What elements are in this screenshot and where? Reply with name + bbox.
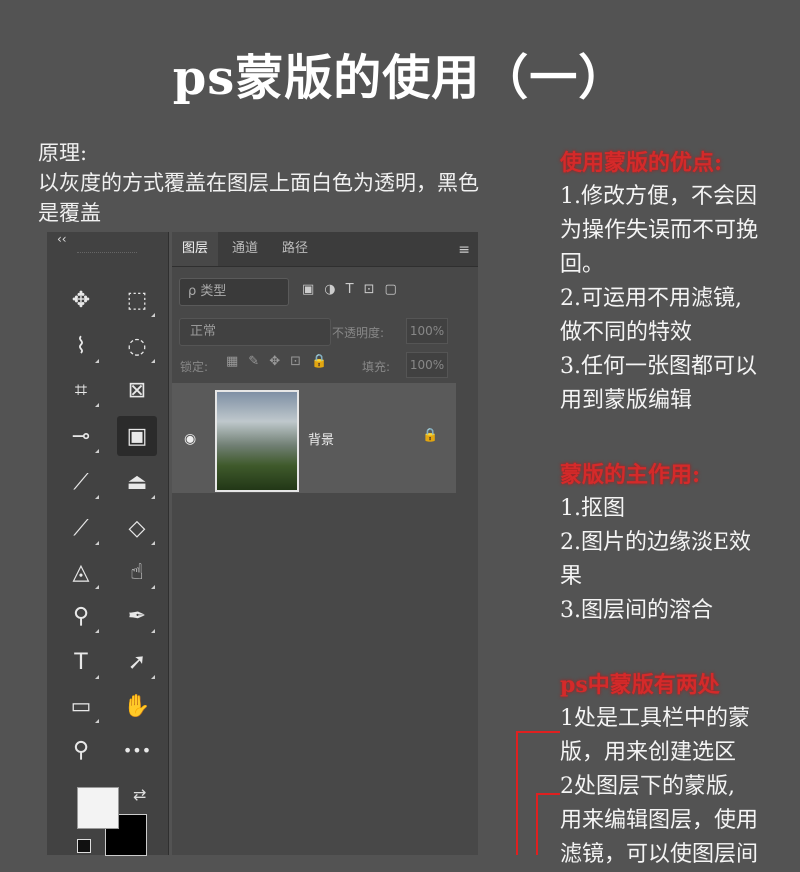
paint-bucket-tool-icon[interactable]: ◬ xyxy=(61,552,101,592)
quick-select-tool-icon[interactable]: ◌ xyxy=(117,326,157,366)
pen-tool-icon[interactable]: ✒ xyxy=(117,596,157,636)
zoom-tool-icon[interactable]: ⚲ xyxy=(61,730,101,770)
layer-filter-select[interactable]: ρ 类型 xyxy=(179,278,289,306)
filter-icons: ▣ ◑ T ⊡ ▢ xyxy=(302,282,397,297)
default-colors-icon[interactable] xyxy=(77,839,91,853)
main-uses-section: 蒙版的主作用: 1.抠图 2.图片的边缘淡E效 果 3.图层间的溶合 xyxy=(560,458,796,628)
callout-line xyxy=(516,731,560,733)
section-heading: 蒙版的主作用: xyxy=(560,462,701,488)
blend-mode-select[interactable]: 正常 xyxy=(179,318,331,346)
eye-icon[interactable]: ◉ xyxy=(184,431,196,447)
history-brush-tool-icon[interactable]: ⟋ xyxy=(61,508,101,548)
list-item: 1.修改方便，不会因 xyxy=(560,184,757,209)
type-filter-icon[interactable]: T xyxy=(346,282,354,297)
crop-tool-icon[interactable]: ⌗ xyxy=(61,370,101,410)
list-item: 1.抠图 xyxy=(560,496,625,521)
list-item: 滤镜，可以使图层间 xyxy=(560,842,759,867)
lock-transparent-icon[interactable]: ▦ xyxy=(226,354,238,369)
smudge-tool-icon[interactable]: ☝ xyxy=(117,552,157,592)
panel-tabs: 图层 通道 路径 ≡ xyxy=(172,232,478,267)
callout-line xyxy=(536,793,538,855)
callout-line xyxy=(516,731,518,855)
marquee-tool-icon[interactable]: ⬚ xyxy=(117,280,157,320)
rectangle-tool-icon[interactable]: ▭ xyxy=(61,686,101,726)
mask-locations-section: ps中蒙版有两处 1处是工具栏中的蒙 版，用来创建选区 2处图层下的蒙版, 用来… xyxy=(560,668,796,872)
layers-panel: 图层 通道 路径 ≡ ρ 类型 ▣ ◑ T ⊡ ▢ 正常 不透明度: 100% … xyxy=(172,232,478,855)
move-tool-icon[interactable]: ✥ xyxy=(61,280,101,320)
principle-line: 是覆盖 xyxy=(38,201,101,225)
lock-artboard-icon[interactable]: ⊡ xyxy=(290,354,301,369)
lock-all-icon[interactable]: 🔒 xyxy=(311,354,327,369)
list-item: 做不同的特效 xyxy=(560,320,693,345)
list-item: 2.可运用不用滤镜, xyxy=(560,286,742,311)
more-tools-icon[interactable]: ••• xyxy=(117,730,157,770)
list-item: 2.图片的边缘淡E效 xyxy=(560,530,752,555)
adjustment-filter-icon[interactable]: ◑ xyxy=(324,282,335,297)
principle-line: 以灰度的方式覆盖在图层上面白色为透明，黑色 xyxy=(38,171,479,195)
panel-grip[interactable] xyxy=(77,252,137,256)
page-title: ps蒙版的使用（一） xyxy=(172,50,628,106)
fill-input[interactable]: 100% xyxy=(406,352,448,378)
type-tool-icon[interactable]: T xyxy=(61,642,101,682)
section-heading: 使用蒙版的优点: xyxy=(560,150,723,176)
layer-name: 背景 xyxy=(308,433,335,448)
list-item: 3.任何一张图都可以 xyxy=(560,354,757,379)
lock-icons: ▦ ✎ ✥ ⊡ 🔒 xyxy=(226,354,327,369)
brush-tool-icon[interactable]: ⟋ xyxy=(61,462,101,502)
dodge-tool-icon[interactable]: ⚲ xyxy=(61,596,101,636)
eraser-tool-icon[interactable]: ◇ xyxy=(117,508,157,548)
opacity-input[interactable]: 100% xyxy=(406,318,448,344)
smart-object-filter-icon[interactable]: ▢ xyxy=(385,282,397,297)
lock-image-icon[interactable]: ✎ xyxy=(248,354,259,369)
callout-line xyxy=(536,793,560,795)
pixel-filter-icon[interactable]: ▣ xyxy=(302,282,314,297)
list-item: 用到蒙版编辑 xyxy=(560,388,693,413)
principle-text: 原理: 以灰度的方式覆盖在图层上面白色为透明，黑色 是覆盖 xyxy=(38,138,558,228)
layer-thumbnail xyxy=(215,390,299,492)
shape-filter-icon[interactable]: ⊡ xyxy=(364,282,375,297)
collapse-icon[interactable]: ‹‹ xyxy=(57,232,67,246)
tab-channels[interactable]: 通道 xyxy=(222,232,268,266)
fill-label: 填充: xyxy=(362,360,391,374)
list-item: 版，用来创建选区 xyxy=(560,740,737,765)
panel-menu-icon[interactable]: ≡ xyxy=(458,242,470,258)
list-item: 3.图层间的溶合 xyxy=(560,598,713,623)
advantages-section: 使用蒙版的优点: 1.修改方便，不会因 为操作失误而不可挽 回。 2.可运用不用… xyxy=(560,146,796,418)
lock-icon: 🔒 xyxy=(422,428,439,443)
path-select-tool-icon[interactable]: ➚ xyxy=(117,642,157,682)
lasso-tool-icon[interactable]: ⌇ xyxy=(61,326,101,366)
lock-label: 锁定: xyxy=(180,360,209,374)
list-item: 回。 xyxy=(560,252,605,277)
quick-mask-tool-icon[interactable]: ▣ xyxy=(117,416,157,456)
tab-paths[interactable]: 路径 xyxy=(272,232,318,266)
opacity-label: 不透明度: xyxy=(332,326,385,340)
tab-layers[interactable]: 图层 xyxy=(172,232,219,266)
tools-panel: ‹‹ ✥ ⬚ ⌇ ◌ ⌗ ⊠ ⊸ ▣ ⟋ ⏏ ⟋ ◇ ◬ ☝ ⚲ ✒ T ➚ ▭… xyxy=(47,232,169,856)
list-item: 果 xyxy=(560,564,583,589)
list-item: 1处是工具栏中的蒙 xyxy=(560,706,750,731)
swap-colors-icon[interactable]: ⇄ xyxy=(133,785,146,804)
principle-heading: 原理: xyxy=(38,141,88,165)
lock-position-icon[interactable]: ✥ xyxy=(269,354,280,369)
foreground-color-swatch[interactable] xyxy=(77,787,119,829)
section-heading: ps中蒙版有两处 xyxy=(560,672,720,698)
list-item: 用来编辑图层，使用 xyxy=(560,808,759,833)
list-item: 为操作失误而不可挽 xyxy=(560,218,759,243)
hand-tool-icon[interactable]: ✋ xyxy=(117,686,157,726)
frame-tool-icon[interactable]: ⊠ xyxy=(117,370,157,410)
eyedropper-tool-icon[interactable]: ⊸ xyxy=(61,416,101,456)
layer-row-background[interactable]: ◉ 背景 🔒 xyxy=(172,383,456,493)
list-item: 2处图层下的蒙版, xyxy=(560,774,735,799)
stamp-tool-icon[interactable]: ⏏ xyxy=(117,462,157,502)
